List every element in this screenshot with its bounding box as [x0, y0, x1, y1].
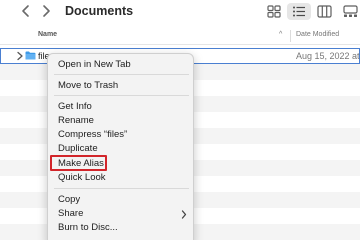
menu-separator: [54, 95, 189, 96]
menu-item-label: Duplicate: [58, 143, 98, 154]
list-view-icon: [293, 6, 305, 17]
menu-separator: [54, 74, 189, 75]
menu-item-compress[interactable]: Compress “files”: [48, 128, 195, 142]
date-modified-column-header[interactable]: Date Modified: [296, 31, 339, 38]
menu-item-quick-look[interactable]: Quick Look: [48, 171, 195, 185]
make-alias-highlight: [50, 155, 107, 171]
menu-item-copy[interactable]: Copy: [48, 193, 195, 207]
forward-button[interactable]: [38, 2, 54, 20]
icon-view-button[interactable]: [262, 3, 286, 20]
context-menu: Open in New Tab Move to Trash Get Info R…: [47, 53, 194, 240]
column-view-button[interactable]: [312, 3, 336, 20]
name-column-header[interactable]: Name: [38, 31, 57, 38]
column-view-icon: [316, 5, 332, 18]
gallery-view-icon: [342, 5, 358, 17]
menu-item-label: Compress “files”: [58, 129, 128, 140]
back-button[interactable]: [18, 2, 34, 20]
finder-toolbar: Documents: [0, 0, 360, 25]
icon-view-icon: [267, 5, 281, 18]
menu-separator: [54, 188, 189, 189]
sort-indicator: ^: [279, 31, 283, 38]
disclosure-triangle-icon[interactable]: [16, 51, 24, 61]
folder-icon: [25, 51, 36, 60]
column-divider[interactable]: [290, 30, 291, 42]
gallery-view-button[interactable]: [338, 3, 360, 20]
window-title: Documents: [65, 4, 134, 18]
row-date: Aug 15, 2022 at: [296, 51, 360, 61]
list-view-button[interactable]: [287, 3, 311, 20]
menu-item-label: Copy: [58, 194, 81, 205]
menu-item-label: Get Info: [58, 101, 92, 112]
menu-item-label: Share: [58, 208, 84, 219]
submenu-chevron-icon: [181, 210, 187, 219]
menu-item-move-to-trash[interactable]: Move to Trash: [48, 79, 195, 93]
column-header: Name ^ Date Modified: [0, 28, 360, 45]
menu-item-label: Burn to Disc...: [58, 222, 118, 233]
chevron-left-icon: [22, 5, 29, 17]
menu-item-burn-to-disc[interactable]: Burn to Disc...: [48, 221, 195, 235]
menu-item-label: Move to Trash: [58, 80, 119, 91]
menu-item-open-in-new-tab[interactable]: Open in New Tab: [48, 58, 195, 72]
menu-item-label: Quick Look: [58, 172, 106, 183]
menu-item-rename[interactable]: Rename: [48, 114, 195, 128]
menu-item-share[interactable]: Share: [48, 207, 195, 221]
chevron-right-icon: [43, 5, 50, 17]
menu-item-label: Open in New Tab: [58, 59, 131, 70]
menu-item-duplicate[interactable]: Duplicate: [48, 142, 195, 156]
menu-item-get-info[interactable]: Get Info: [48, 100, 195, 114]
menu-item-label: Rename: [58, 115, 94, 126]
